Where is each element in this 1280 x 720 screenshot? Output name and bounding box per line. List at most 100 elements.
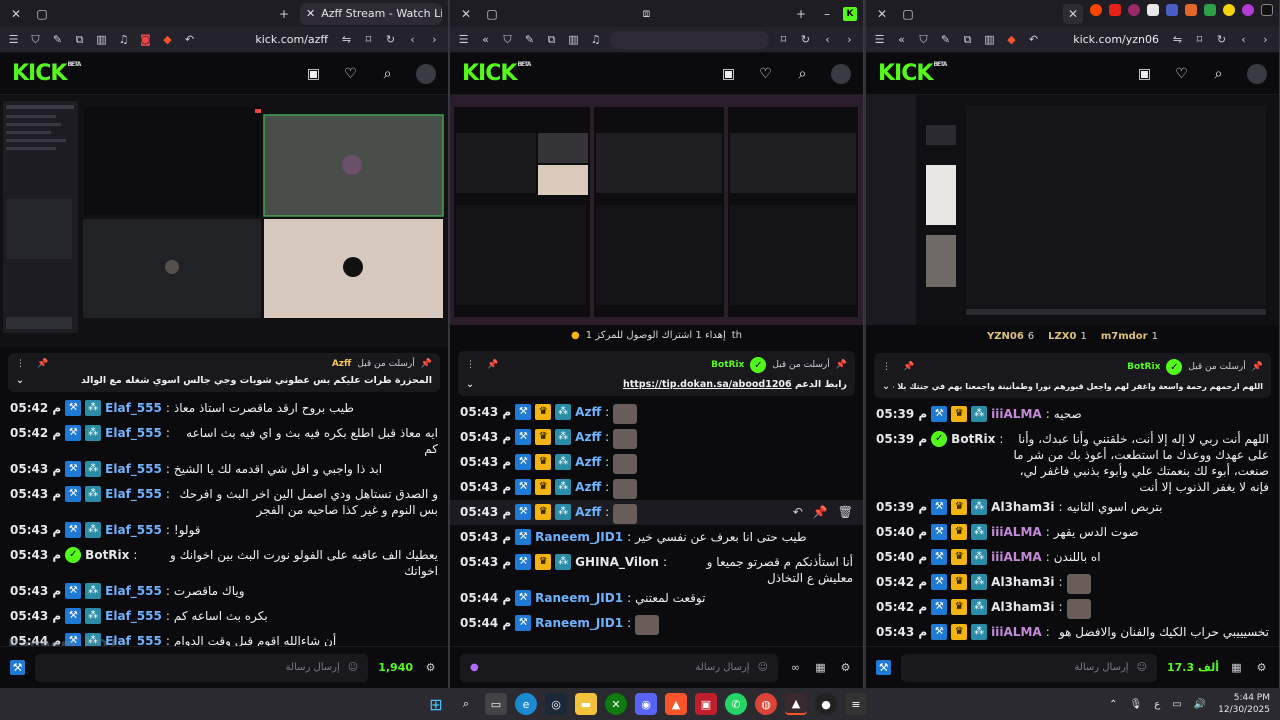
top-gifter[interactable]: m7mdor 1 [1101,331,1158,342]
unpin-icon[interactable]: 📌 [903,362,914,372]
cast-icon[interactable]: ⧈ [637,4,657,24]
menu-icon[interactable]: ☰ [6,32,21,47]
tray-overflow-icon[interactable]: ⌃ [1109,699,1117,710]
reload-icon[interactable]: ↻ [798,32,813,47]
message-username[interactable]: iiiALMA [991,406,1042,422]
forward-icon[interactable]: › [1258,32,1273,47]
settings-sliders-icon[interactable]: ⇋ [1170,32,1185,47]
message-username[interactable]: iiiALMA [991,549,1042,565]
mic-icon[interactable]: ● [470,662,479,673]
chat-message[interactable]: 05:44 م ⚒ Raneem_JID1: توقعت لمعتني [460,586,853,611]
chevron-down-icon[interactable]: ⌄ [882,381,890,392]
doc-tab-icon[interactable] [1147,3,1159,16]
user-avatar[interactable] [831,63,851,84]
new-tab-icon[interactable]: + [274,4,294,24]
user-avatar[interactable] [1247,63,1267,84]
chat-input[interactable]: إرسال رسالة ☺ [35,653,369,682]
settings-sliders-icon[interactable]: ⇋ [339,32,354,47]
screenshot-icon[interactable]: ⧉ [960,32,975,47]
browse-icon[interactable]: ▣ [1136,65,1153,82]
stream-video[interactable] [866,95,1279,325]
message-username[interactable]: Al3ham3i [991,599,1054,615]
chat-message[interactable]: 05:43 م ⚒ ⁂ Elaf_555: ابد ذا واجبي و افل شي … [10,457,438,482]
message-username[interactable]: iiiALMA [991,624,1042,640]
reply-icon[interactable]: ↶ [793,504,803,520]
message-username[interactable]: BotRix [85,547,129,563]
chevron-down-icon[interactable]: ⌄ [16,375,24,386]
channel-points[interactable]: 17.3 ألف [1167,661,1219,674]
extensions-icon[interactable]: ✎ [50,32,65,47]
tools-tab-icon[interactable] [1185,3,1197,16]
mic-tray-icon[interactable]: 🎙 [1130,699,1143,710]
record-icon[interactable]: ◙ [138,32,153,47]
message-username[interactable]: Elaf_555 [105,608,162,624]
start-menu-icon[interactable]: ⊞ [425,693,447,715]
chevron-down-icon[interactable]: ⌄ [466,379,474,390]
discord-icon[interactable]: ◉ [635,693,657,715]
message-username[interactable]: Elaf_555 [105,400,162,416]
message-username[interactable]: Elaf_555 [105,425,162,441]
maximize-icon[interactable]: ▢ [898,4,918,24]
brave-icon[interactable]: ◆ [160,32,175,47]
gift-store-icon[interactable]: ▦ [813,660,828,675]
chat-message[interactable]: 05:42 م ⚒ ⁂ Elaf_555: طيب بروح ارقد ماقصرت ا… [10,396,438,421]
translate-tab-icon[interactable] [1166,3,1178,16]
address-bar[interactable]: kick.com/azff [204,33,332,46]
back-icon[interactable]: ‹ [820,32,835,47]
chat-message[interactable]: 05:42 م ⚒ ♛ ⁂ Al3ham3i: [876,570,1269,595]
gift-store-icon[interactable]: ▦ [1229,660,1244,675]
social-tab-icon[interactable] [1242,3,1254,16]
file-explorer-icon[interactable]: ▬ [575,693,597,715]
music-icon[interactable]: ♫ [588,32,603,47]
chat-message[interactable]: 05:44 م ⚒ Raneem_JID1: [460,611,853,636]
emoji-icon[interactable]: ☺ [758,662,768,673]
bookmark-icon[interactable]: ⌑ [776,32,791,47]
chat-message[interactable]: 05:43 م ⚒ ♛ ⁂ Azff: [460,475,853,500]
message-username[interactable]: iiiALMA [991,524,1042,540]
bookmark-icon[interactable]: ⌑ [361,32,376,47]
kick-favicon-icon[interactable]: K [843,6,857,21]
message-username[interactable]: Raneem_JID1 [535,615,623,631]
collapse-icon[interactable]: « [894,32,909,47]
extensions-icon[interactable]: ✎ [522,32,537,47]
unpin-icon[interactable]: 📌 [487,360,498,370]
chat-message[interactable]: 05:43 م ⚒ ⁂ Elaf_555: قولو! [10,518,438,543]
app-icon[interactable]: ▣ [695,693,717,715]
search-icon[interactable]: ⌕ [1210,65,1227,82]
unpin-icon[interactable]: 📌 [37,359,48,369]
extensions-icon[interactable]: ✎ [938,32,953,47]
menu-icon[interactable]: ☰ [456,32,471,47]
bookmark-icon[interactable]: ⌑ [1192,32,1207,47]
shield-icon[interactable]: ⛉ [28,32,43,47]
emoji-icon[interactable]: ☺ [348,662,358,673]
stream-video[interactable] [450,95,863,325]
maximize-icon[interactable]: ▢ [482,4,502,24]
menu-icon[interactable]: ☰ [872,32,887,47]
bulb-tab-icon[interactable] [1223,3,1235,16]
music-icon[interactable]: ♫ [116,32,131,47]
mod-tools-icon[interactable]: ⚒ [876,660,891,675]
browse-icon[interactable]: ▣ [720,65,737,82]
obs-icon[interactable]: ● [815,693,837,715]
xbox-icon[interactable]: ✕ [605,693,627,715]
tab-azff-stream[interactable]: ✕ Azff Stream - Watch Live on Kick K [300,2,442,25]
chat-settings-icon[interactable]: ⚙ [423,660,438,675]
message-username[interactable]: Al3ham3i [991,574,1054,590]
language-indicator[interactable]: ع [1154,699,1160,710]
address-bar[interactable]: kick.com/yzn06 [1048,33,1163,46]
delete-icon[interactable]: 🗑 [838,504,853,520]
message-username[interactable]: Azff [575,504,601,520]
reload-icon[interactable]: ↻ [383,32,398,47]
message-username[interactable]: Elaf_555 [105,486,162,502]
following-heart-icon[interactable]: ♡ [342,65,359,82]
history-icon[interactable]: ↶ [182,32,197,47]
kick-logo[interactable]: KICKBETA [12,61,81,86]
brave-browser-icon[interactable]: ▲ [665,693,687,715]
user-avatar[interactable] [416,63,436,84]
brave-icon[interactable]: ◆ [1004,32,1019,47]
collapse-icon[interactable]: « [478,32,493,47]
back-icon[interactable]: ‹ [405,32,420,47]
more-options-icon[interactable]: ⋮ [16,359,25,369]
message-username[interactable]: Raneem_JID1 [535,590,623,606]
sidebar-icon[interactable]: ▥ [982,32,997,47]
